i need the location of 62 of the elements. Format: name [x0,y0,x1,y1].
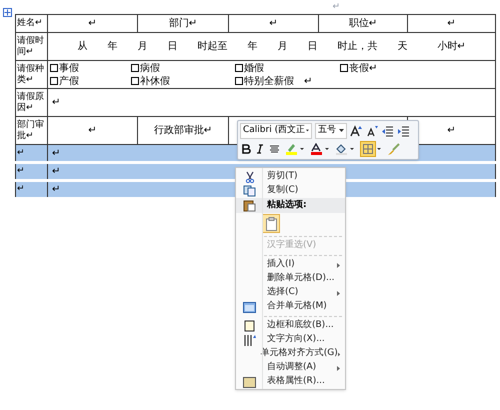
table-cell: ↵ [48,116,138,144]
caret-icon [339,129,344,132]
menu-item[interactable]: 删除单元格(D)... [236,272,345,286]
copy-icon [243,185,256,197]
row-label-cell: ↵ [16,144,48,162]
leave-type-checkbox[interactable]: 婚假 [235,62,340,74]
menu-item[interactable]: 复制(C) [236,184,345,198]
merge-cells-icon [243,302,256,312]
table-cell: 从 年 月 日 时起至 年 月 日 时止，共 天 小时↵ [48,32,496,60]
leave-type-checkbox[interactable]: 产假 [50,74,131,88]
table-cell: ↵ [48,88,496,116]
menu-header: 粘贴选项: [266,198,307,212]
menu-item[interactable]: 自动调整(A) [236,361,345,375]
submenu-arrow-icon [337,290,340,296]
row-label-cell: 部门审批↵ [16,116,48,144]
paragraph-mark: ↵ [332,0,340,14]
row-label-cell: 请假原因↵ [16,88,48,116]
menu-item[interactable]: 表格属性(R)... [236,375,345,389]
menu-item[interactable]: 插入(I) [236,258,345,272]
table-cell: 行政部审批↵ [138,116,228,144]
shading-icon[interactable] [335,143,355,156]
increase-indent-icon[interactable] [397,124,410,137]
leave-type-checkbox[interactable]: 病假 [131,62,235,74]
menu-item[interactable]: 选择(C) [236,286,345,300]
submenu-arrow-icon [338,352,340,356]
leave-type-checkbox[interactable]: 丧假↵ [340,62,440,74]
paste-document-icon [266,216,276,230]
shrink-font-icon[interactable] [366,124,378,137]
submenu-arrow-icon [337,262,340,268]
text-direction-icon [243,334,256,346]
table-cell: 职位↵ [318,14,408,32]
caret-icon [306,129,309,132]
font-color-icon[interactable] [310,143,330,156]
grow-font-icon[interactable] [350,124,363,137]
scissors-icon [244,171,256,183]
menu-item[interactable]: 文字方向(X)... [236,333,345,347]
menu-item[interactable]: 合并单元格(M) [236,300,345,314]
table-cell: ↵ [228,14,318,32]
highlighter-icon[interactable] [285,143,305,156]
bold-icon[interactable] [242,144,251,154]
borders-icon[interactable] [360,141,382,158]
keep-formatting-paste-button[interactable] [262,214,280,233]
table-cell: 部门↵ [138,14,228,32]
clipboard-icon [243,199,256,212]
menu-item[interactable]: 边框和底纹(B)... [236,319,345,333]
table-properties-icon [243,376,256,388]
table-move-handle-icon [3,8,12,17]
row-label-cell: 请假种类↵ [16,60,48,88]
page-icon [244,320,255,332]
italic-icon[interactable] [256,144,264,154]
font-size-dropdown[interactable]: 五号 [315,122,347,139]
decrease-indent-icon[interactable] [381,124,394,137]
font-dropdown[interactable]: Calibri (西文正 [240,122,312,139]
row-label-cell: 姓名↵ [16,14,48,32]
center-align-icon[interactable] [269,144,280,154]
leave-type-checkbox[interactable]: 事假 [50,62,131,74]
leave-type-checkbox[interactable]: 补休假 [131,74,235,88]
table-cell: ↵ [48,14,138,32]
submenu-arrow-icon [337,366,340,370]
table-cell: ↵ [408,14,496,32]
row-label-cell: 请假时间↵ [16,32,48,60]
leave-type-checkbox[interactable]: 特别全薪假 ↵ [235,74,340,88]
